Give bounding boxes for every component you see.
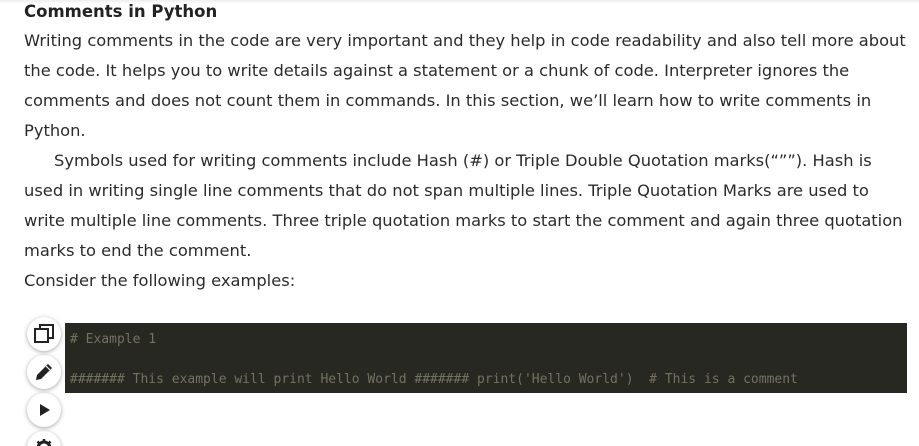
- copy-icon: [34, 324, 54, 343]
- copy-button[interactable]: [27, 317, 61, 351]
- paragraph-intro: Writing comments in the code are very im…: [24, 31, 906, 140]
- section-title: Comments in Python: [24, 2, 218, 21]
- edit-icon: [36, 364, 52, 380]
- settings-button[interactable]: [27, 431, 61, 446]
- run-icon: [40, 404, 50, 416]
- edit-button[interactable]: [27, 355, 61, 389]
- code-line-2: ####### This example will print Hello Wo…: [70, 372, 798, 387]
- code-line-1: # Example 1: [70, 332, 157, 347]
- run-button[interactable]: [27, 393, 61, 427]
- settings-icon: [36, 439, 52, 446]
- code-block[interactable]: # Example 1 ####### This example will pr…: [65, 323, 907, 393]
- paragraph-symbols: Symbols used for writing comments includ…: [24, 151, 903, 260]
- paragraph-examples-lead: Consider the following examples:: [24, 271, 296, 290]
